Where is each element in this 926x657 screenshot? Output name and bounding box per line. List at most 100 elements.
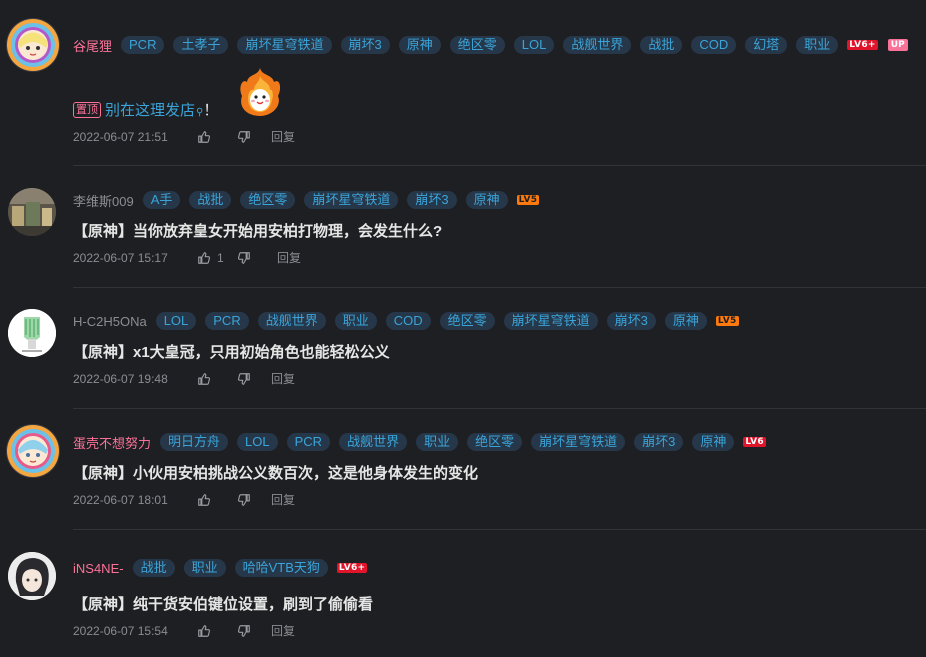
fan-tag[interactable]: 绝区零 xyxy=(240,191,296,209)
reply-button[interactable]: 回复 xyxy=(271,128,295,145)
fan-tag[interactable]: 绝区零 xyxy=(449,36,505,54)
timestamp: 2022-06-07 15:54 xyxy=(73,623,168,638)
fan-tag[interactable]: 职业 xyxy=(334,312,377,330)
comment-header: 蛋壳不想努力 明日方舟 LOL PCR 战舰世界 职业 绝区零 崩坏星穹铁道 崩… xyxy=(73,432,766,452)
fan-tag[interactable]: 职业 xyxy=(183,559,226,577)
username[interactable]: iNS4NE- xyxy=(73,561,124,576)
reply-button[interactable]: 回复 xyxy=(271,370,295,387)
up-badge: UP xyxy=(887,39,908,51)
divider xyxy=(73,287,926,288)
fan-tag[interactable]: 原神 xyxy=(664,312,707,330)
fan-tag[interactable]: 绝区零 xyxy=(467,433,523,451)
username[interactable]: 谷尾狸 xyxy=(73,36,112,55)
thumbs-up-icon xyxy=(197,130,211,144)
reply-button[interactable]: 回复 xyxy=(271,622,295,639)
thumbs-down-icon xyxy=(237,624,251,638)
pinned-badge: 置顶 xyxy=(73,102,101,118)
fan-tag[interactable]: COD xyxy=(691,36,737,54)
comment-content[interactable]: 【原神】x1大皇冠，只用初始角色也能轻松公义 xyxy=(73,341,390,362)
fan-tag[interactable]: COD xyxy=(385,312,431,330)
level-badge: LV5 xyxy=(715,316,739,326)
fan-tag[interactable]: 原神 xyxy=(692,433,735,451)
thumbs-up-icon xyxy=(197,251,211,265)
avatar[interactable] xyxy=(8,552,56,600)
dislike-button[interactable] xyxy=(237,624,271,638)
fan-tag[interactable]: 战批 xyxy=(640,36,683,54)
avatar[interactable] xyxy=(8,188,56,236)
fan-tag[interactable]: 战舰世界 xyxy=(563,36,632,54)
username[interactable]: 蛋壳不想努力 xyxy=(73,433,151,452)
thumbs-down-icon xyxy=(237,130,251,144)
fan-tag[interactable]: 职业 xyxy=(796,36,839,54)
thumbs-down-icon xyxy=(237,251,251,265)
fan-tag[interactable]: 崩坏3 xyxy=(407,191,457,209)
level-badge: LV5 xyxy=(516,195,540,205)
dislike-button[interactable] xyxy=(237,372,271,386)
fan-tag[interactable]: LOL xyxy=(237,433,278,451)
like-button[interactable] xyxy=(197,372,237,386)
fan-tag[interactable]: PCR xyxy=(121,36,165,54)
thumbs-up-icon xyxy=(197,493,211,507)
comment-header: iNS4NE- 战批 职业 哈哈VTB天狗 LV6+ xyxy=(73,558,368,578)
comment-meta: 2022-06-07 21:51 回复 xyxy=(73,128,295,145)
comment-content[interactable]: 【原神】当你放弃皇女开始用安柏打物理，会发生什么? xyxy=(73,220,442,241)
avatar[interactable] xyxy=(8,309,56,357)
comment-content[interactable]: 【原神】小伙用安柏挑战公义数百次，这是他身体发生的变化 xyxy=(73,462,478,483)
like-button[interactable] xyxy=(197,493,237,507)
comment-meta: 2022-06-07 18:01 回复 xyxy=(73,491,295,508)
reply-button[interactable]: 回复 xyxy=(277,249,301,266)
dislike-button[interactable] xyxy=(237,130,271,144)
reply-button[interactable]: 回复 xyxy=(271,491,295,508)
comment-meta: 2022-06-07 15:17 1 回复 xyxy=(73,249,301,266)
timestamp: 2022-06-07 19:48 xyxy=(73,371,168,386)
level-badge: LV6 xyxy=(743,437,766,447)
comment-header: 谷尾狸 PCR 土孝子 崩坏星穹铁道 崩坏3 原神 绝区零 LOL 战舰世界 战… xyxy=(73,35,908,55)
divider xyxy=(73,529,926,530)
dislike-button[interactable] xyxy=(237,251,277,265)
level-badge: LV6+ xyxy=(847,40,878,50)
level-badge: LV6+ xyxy=(336,563,368,573)
dislike-button[interactable] xyxy=(237,493,271,507)
fan-tag[interactable]: A手 xyxy=(142,191,181,209)
username[interactable]: H-C2H5ONa xyxy=(73,314,147,329)
fan-tag[interactable]: 崩坏3 xyxy=(634,433,684,451)
fan-tag[interactable]: 崩坏星穹铁道 xyxy=(503,312,598,330)
fan-tag[interactable]: 崩坏星穹铁道 xyxy=(237,36,332,54)
like-button[interactable] xyxy=(197,624,237,638)
fan-tag[interactable]: 战批 xyxy=(189,191,232,209)
avatar[interactable] xyxy=(6,18,60,72)
comment-meta: 2022-06-07 19:48 回复 xyxy=(73,370,295,387)
comment-header: 李维斯009 A手 战批 绝区零 崩坏星穹铁道 崩坏3 原神 LV5 xyxy=(73,190,540,210)
comment-content[interactable]: 【原神】纯干货安伯键位设置，刷到了偷偷看 xyxy=(73,593,373,614)
avatar[interactable] xyxy=(6,424,60,478)
fan-tag[interactable]: PCR xyxy=(286,433,331,451)
fan-tag[interactable]: 崩坏3 xyxy=(340,36,390,54)
search-link[interactable]: 别在这理发店 xyxy=(105,102,195,119)
fan-tag[interactable]: 明日方舟 xyxy=(160,433,229,451)
content-suffix: ！ xyxy=(203,102,219,119)
like-button[interactable]: 1 xyxy=(197,251,237,265)
fan-tag[interactable]: 土孝子 xyxy=(173,36,229,54)
like-button[interactable] xyxy=(197,130,237,144)
username[interactable]: 李维斯009 xyxy=(73,191,134,210)
fan-tag[interactable]: 战批 xyxy=(132,559,175,577)
fan-tag[interactable]: 幻塔 xyxy=(745,36,788,54)
fan-tag[interactable]: 战舰世界 xyxy=(257,312,326,330)
thumbs-up-icon xyxy=(197,372,211,386)
fan-tag[interactable]: 哈哈VTB天狗 xyxy=(234,559,328,577)
fan-tag[interactable]: 职业 xyxy=(416,433,459,451)
fan-tag[interactable]: 战舰世界 xyxy=(339,433,408,451)
fan-tag[interactable]: 原神 xyxy=(398,36,441,54)
fan-tag[interactable]: PCR xyxy=(205,312,249,330)
fan-tag[interactable]: 绝区零 xyxy=(439,312,495,330)
fan-tag[interactable]: 崩坏星穹铁道 xyxy=(531,433,626,451)
fan-tag[interactable]: LOL xyxy=(513,36,555,54)
fan-tag[interactable]: 原神 xyxy=(465,191,508,209)
fan-tag[interactable]: 崩坏星穹铁道 xyxy=(304,191,399,209)
fan-tag[interactable]: LOL xyxy=(155,312,197,330)
fan-tag[interactable]: 崩坏3 xyxy=(606,312,656,330)
comment-content: 置顶 别在这理发店⚲！ xyxy=(73,99,218,120)
flame-sticker xyxy=(240,68,281,116)
divider xyxy=(73,165,926,166)
timestamp: 2022-06-07 15:17 xyxy=(73,250,168,265)
